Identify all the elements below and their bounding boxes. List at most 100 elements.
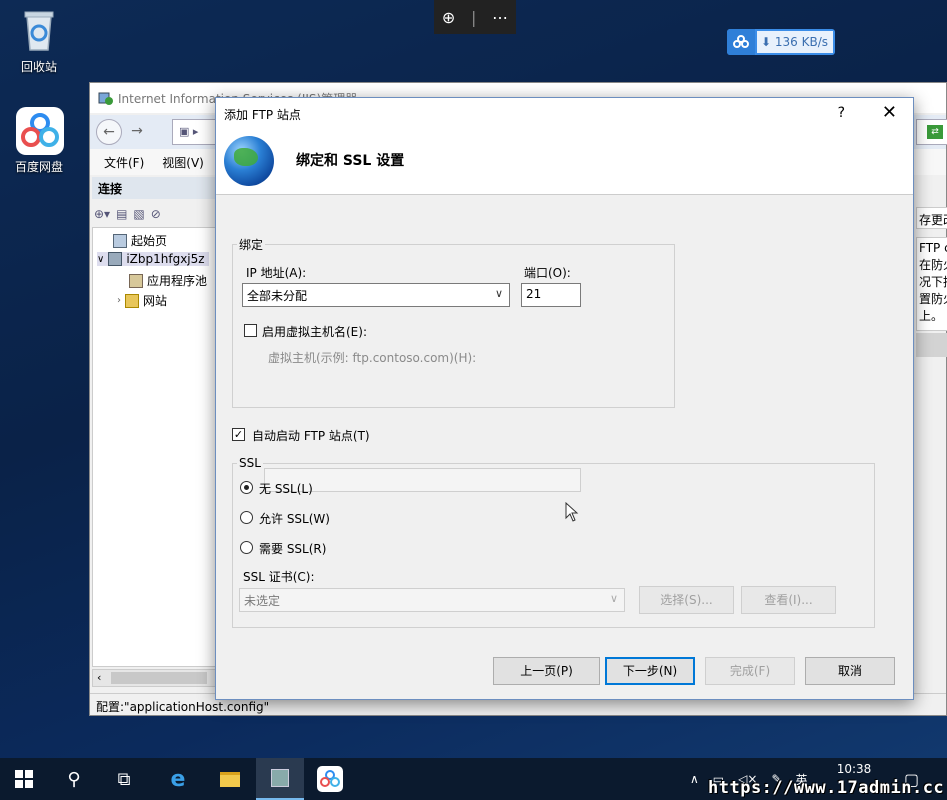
dialog-titlebar: 添加 FTP 站点 ? ✕: [216, 98, 913, 130]
taskbar-explorer[interactable]: [206, 758, 254, 800]
ssl-cert-value: 未选定: [244, 594, 281, 608]
dialog-title: 添加 FTP 站点: [224, 107, 301, 122]
ftp-info-line: 况下摂: [919, 275, 947, 289]
connections-tree: 起始页 ∨ iZbp1hfgxj5z 应用程序池 › 网站: [92, 227, 216, 667]
recycle-bin-desktop-icon[interactable]: 回收站: [9, 6, 69, 75]
recycle-bin-icon: [15, 6, 63, 54]
cancel-button[interactable]: 取消: [805, 657, 895, 685]
ftp-info-line: 置防火: [919, 292, 947, 306]
back-arrow-icon: ←: [103, 124, 115, 140]
server-path-icon: ▣ ▸: [179, 125, 199, 138]
sites-folder-icon: [125, 293, 139, 308]
baidu-netdisk-label: 百度网盘: [14, 160, 63, 174]
forward-button[interactable]: →: [124, 119, 150, 145]
tree-item-sites[interactable]: › 网站: [117, 292, 167, 309]
search-icon: ⚲: [67, 768, 81, 790]
virtual-host-check-label: 启用虚拟主机名(E):: [262, 325, 367, 339]
server-icon: [108, 252, 123, 266]
next-button[interactable]: 下一步(N): [605, 657, 695, 685]
auto-start-checkbox[interactable]: ✓: [232, 428, 245, 441]
finish-button[interactable]: 完成(F): [705, 657, 795, 685]
expand-chevron-icon: ›: [117, 295, 121, 306]
download-speed-widget[interactable]: ⬇ 136 KB/s: [727, 29, 835, 55]
scroll-left-icon: ‹: [97, 671, 102, 684]
taskbar-iis-manager[interactable]: [256, 758, 304, 800]
dialog-heading: 绑定和 SSL 设置: [296, 153, 405, 169]
menu-view[interactable]: 视图(V): [162, 154, 204, 171]
task-view-button[interactable]: ⧉: [100, 758, 148, 800]
help-button[interactable]: ?: [838, 105, 845, 121]
back-button[interactable]: ←: [96, 119, 122, 145]
address-right-box[interactable]: ⇄: [916, 119, 947, 145]
ssl-legend: SSL: [239, 456, 261, 470]
auto-start-label: 自动启动 FTP 站点(T): [252, 429, 370, 443]
refresh-icon: ⇄: [927, 125, 943, 139]
tree-item-start-page[interactable]: 起始页: [113, 232, 167, 249]
internet-explorer-icon: e: [170, 766, 186, 792]
actions-divider-bar: [916, 333, 947, 357]
forward-arrow-icon: →: [131, 123, 143, 139]
ftp-info-line: 在防火: [919, 258, 947, 272]
actions-panel-fragment: 存更改 FTP c 在防火 况下摂 置防火 上。: [916, 207, 947, 357]
dialog-body: 绑定 IP 地址(A): 全部未分配 ∨ 端口(O): 21 启用虚拟主机名(E…: [216, 196, 913, 636]
ftp-info-line: FTP c: [919, 241, 947, 255]
file-explorer-icon: [220, 771, 240, 787]
disconnect-icon[interactable]: ⊘: [151, 207, 161, 221]
allow-ssl-radio[interactable]: [240, 511, 253, 524]
no-ssl-label: 无 SSL(L): [259, 482, 313, 496]
address-path-box[interactable]: ▣ ▸: [172, 119, 216, 145]
baidu-netdisk-desktop-icon[interactable]: 百度网盘: [9, 106, 69, 175]
up-icon[interactable]: ▧: [133, 207, 144, 221]
view-cert-button[interactable]: 查看(I)...: [741, 586, 836, 614]
globe-icon: [224, 136, 274, 186]
iis-app-icon: [98, 90, 114, 106]
more-icon[interactable]: ⋯: [492, 8, 508, 27]
start-button[interactable]: [0, 758, 48, 800]
select-cert-button[interactable]: 选择(S)...: [639, 586, 734, 614]
download-speed-value: ⬇ 136 KB/s: [757, 31, 833, 53]
connect-icon[interactable]: ⊕▾: [94, 207, 110, 221]
tree-item-app-pools[interactable]: 应用程序池: [129, 272, 207, 289]
ssl-cert-label: SSL 证书(C):: [243, 570, 315, 584]
ftp-info-line: 上。: [919, 309, 944, 323]
start-page-icon: [113, 233, 127, 248]
zoom-in-icon[interactable]: ⊕: [442, 8, 455, 27]
scroll-thumb[interactable]: [111, 672, 207, 684]
baidu-netdisk-icon: [15, 106, 64, 155]
binding-legend: 绑定: [239, 238, 264, 252]
save-changes-action[interactable]: 存更改: [916, 207, 947, 229]
search-button[interactable]: ⚲: [50, 758, 98, 800]
tree-label-app-pools: 应用程序池: [147, 274, 208, 288]
taskbar-ie[interactable]: e: [154, 758, 202, 800]
baidu-netdisk-small-icon: [727, 29, 755, 55]
tree-item-server[interactable]: ∨ iZbp1hfgxj5z: [97, 252, 209, 266]
add-ftp-site-dialog: 添加 FTP 站点 ? ✕ 绑定和 SSL 设置 绑定 IP 地址(A): 全部…: [215, 97, 914, 700]
menu-file[interactable]: 文件(F): [104, 154, 144, 171]
dialog-header: 绑定和 SSL 设置: [216, 130, 913, 195]
port-input[interactable]: 21: [521, 283, 581, 307]
tree-horizontal-scrollbar[interactable]: ‹: [92, 669, 216, 687]
port-label: 端口(O):: [524, 266, 571, 280]
collapse-chevron-icon: ∨: [97, 253, 105, 265]
chevron-down-icon: ∨: [494, 287, 503, 300]
connections-toolbar: ⊕▾ ▤ ▧ ⊘: [94, 203, 216, 225]
save-icon[interactable]: ▤: [116, 207, 127, 221]
baidu-netdisk-taskbar-icon: [317, 766, 343, 792]
no-ssl-radio[interactable]: [240, 481, 253, 494]
previous-button[interactable]: 上一页(P): [493, 657, 600, 685]
require-ssl-radio[interactable]: [240, 541, 253, 554]
ip-address-select[interactable]: 全部未分配 ∨: [242, 283, 510, 307]
tree-label-sites: 网站: [143, 294, 168, 308]
taskbar-baidu-netdisk[interactable]: [306, 758, 354, 800]
tray-expand-icon[interactable]: ∧: [690, 772, 699, 786]
download-arrow-icon: ⬇: [761, 35, 772, 49]
taskbar-clock[interactable]: 10:38: [822, 762, 886, 776]
close-button[interactable]: ✕: [882, 102, 897, 123]
virtual-host-checkbox[interactable]: [244, 324, 257, 337]
site-watermark: https://www.17admin.cc: [708, 778, 945, 798]
ssl-cert-select[interactable]: 未选定 ∨: [239, 588, 625, 612]
binding-group: 绑定: [232, 236, 675, 408]
mouse-cursor-icon: [565, 502, 579, 522]
connections-header: 连接: [92, 177, 216, 199]
require-ssl-label: 需要 SSL(R): [259, 542, 327, 556]
